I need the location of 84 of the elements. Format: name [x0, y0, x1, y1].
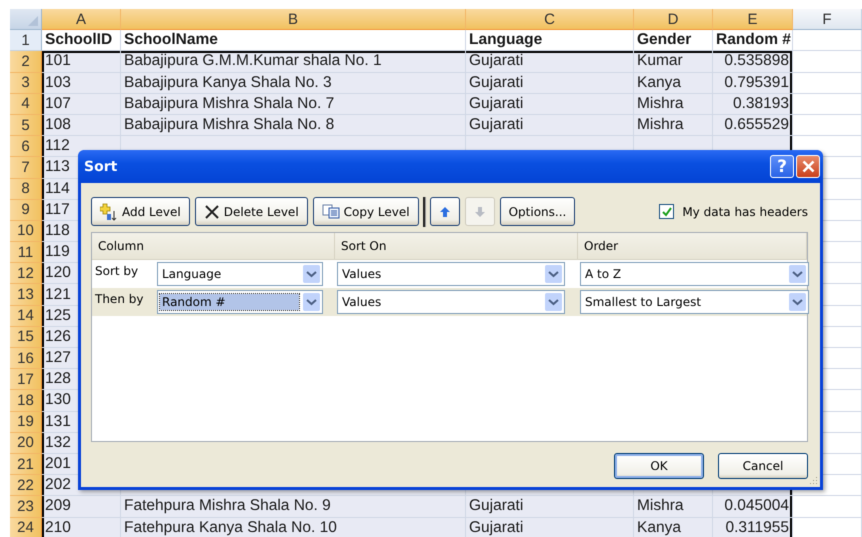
table-cell: Kanya [634, 72, 713, 94]
headers-checkbox[interactable]: My data has headers [659, 204, 808, 219]
column-heading-cell: Gender [634, 30, 713, 52]
list-column-header: Order [578, 233, 807, 259]
options-button[interactable]: Options... [500, 197, 576, 226]
row-header[interactable]: 6 [10, 136, 42, 158]
order-dropdown[interactable]: Smallest to Largest [580, 290, 809, 314]
sort-on-dropdown[interactable]: Values [337, 262, 565, 286]
table-cell: Kanya [634, 518, 713, 537]
row-header[interactable]: 3 [10, 72, 42, 94]
table-cell: Babajipura G.M.M.Kumar shala No. 1 [121, 51, 466, 73]
column-header[interactable]: E [713, 9, 793, 30]
table-cell: 108 [42, 114, 121, 136]
table-cell: 103 [42, 72, 121, 94]
row-header[interactable]: 2 [10, 51, 42, 73]
sort-level-row[interactable]: Then by Random # Values Smallest to Largest [92, 288, 807, 316]
row-header[interactable]: 24 [10, 518, 42, 537]
row-header[interactable]: 18 [10, 390, 42, 412]
column-dropdown[interactable]: Language [157, 262, 323, 286]
column-heading-cell: SchoolName [121, 30, 466, 52]
row-header[interactable]: 5 [10, 114, 42, 136]
column-header[interactable]: D [634, 9, 713, 30]
table-cell: Mishra [634, 496, 713, 518]
row-header[interactable]: 10 [10, 220, 42, 242]
table-cell: Mishra [634, 114, 713, 136]
column-heading-cell: SchoolID [42, 30, 121, 52]
table-cell: 101 [42, 51, 121, 73]
row-header[interactable]: 9 [10, 200, 42, 221]
table-cell: 0.045004 [713, 496, 793, 518]
column-header[interactable]: B [121, 9, 466, 30]
table-cell: Gujarati [466, 72, 634, 94]
dialog-title: Sort [84, 158, 118, 174]
list-column-header: Sort On [335, 233, 578, 259]
table-cell: Mishra [634, 94, 713, 115]
row-header[interactable]: 12 [10, 263, 42, 284]
table-cell: 0.311955 [713, 518, 793, 537]
table-cell: Babajipura Kanya Shala No. 3 [121, 72, 466, 94]
column-dropdown[interactable]: Random # [157, 290, 323, 314]
table-cell: Fatehpura Mishra Shala No. 9 [121, 496, 466, 518]
table-cell: Gujarati [466, 114, 634, 136]
table-cell: 210 [42, 518, 121, 537]
table-cell: 209 [42, 496, 121, 518]
table-cell: Gujarati [466, 518, 634, 537]
list-column-header: Column [92, 233, 335, 259]
table-cell: Fatehpura Kanya Shala No. 10 [121, 518, 466, 537]
row-header[interactable]: 22 [10, 475, 42, 496]
ok-button[interactable]: OK [614, 453, 704, 479]
column-header[interactable]: A [42, 9, 121, 30]
table-cell: Babajipura Mishra Shala No. 8 [121, 114, 466, 136]
row-header[interactable]: 20 [10, 432, 42, 454]
row-header[interactable]: 13 [10, 284, 42, 306]
row-header[interactable]: 21 [10, 454, 42, 476]
column-header[interactable]: C [466, 9, 634, 30]
table-cell: Babajipura Mishra Shala No. 7 [121, 94, 466, 115]
cancel-button[interactable]: Cancel [718, 453, 808, 479]
table-cell: 0.38193 [713, 94, 793, 115]
table-cell: 0.655529 [713, 114, 793, 136]
row-header[interactable]: 7 [10, 157, 42, 178]
row-header[interactable]: 16 [10, 348, 42, 370]
row-header[interactable]: 23 [10, 496, 42, 518]
table-cell: Gujarati [466, 496, 634, 518]
sort-on-dropdown[interactable]: Values [337, 290, 565, 314]
order-dropdown[interactable]: A to Z [580, 262, 809, 286]
table-cell: 107 [42, 94, 121, 115]
add-level-button[interactable]: Add Level [91, 197, 190, 226]
row-header[interactable]: 19 [10, 412, 42, 433]
table-cell: 0.795391 [713, 72, 793, 94]
delete-level-button[interactable]: Delete Level [194, 197, 308, 226]
table-cell: Kumar [634, 51, 713, 73]
table-cell: Gujarati [466, 51, 634, 73]
row-header[interactable]: 14 [10, 306, 42, 327]
column-heading-cell: Random # [713, 30, 793, 52]
copy-level-button[interactable]: Copy Level [312, 197, 419, 226]
help-button[interactable]: ? [770, 155, 794, 178]
row-header[interactable]: 11 [10, 242, 42, 264]
column-header[interactable]: F [793, 9, 862, 30]
row-header[interactable]: 4 [10, 94, 42, 115]
row-header[interactable]: 17 [10, 369, 42, 390]
column-heading-cell: Language [466, 30, 634, 52]
row-header[interactable]: 8 [10, 178, 42, 200]
table-cell: 0.535898 [713, 51, 793, 73]
table-cell: Gujarati [466, 94, 634, 115]
row-header[interactable]: 15 [10, 326, 42, 348]
row-header[interactable]: 1 [10, 30, 42, 52]
